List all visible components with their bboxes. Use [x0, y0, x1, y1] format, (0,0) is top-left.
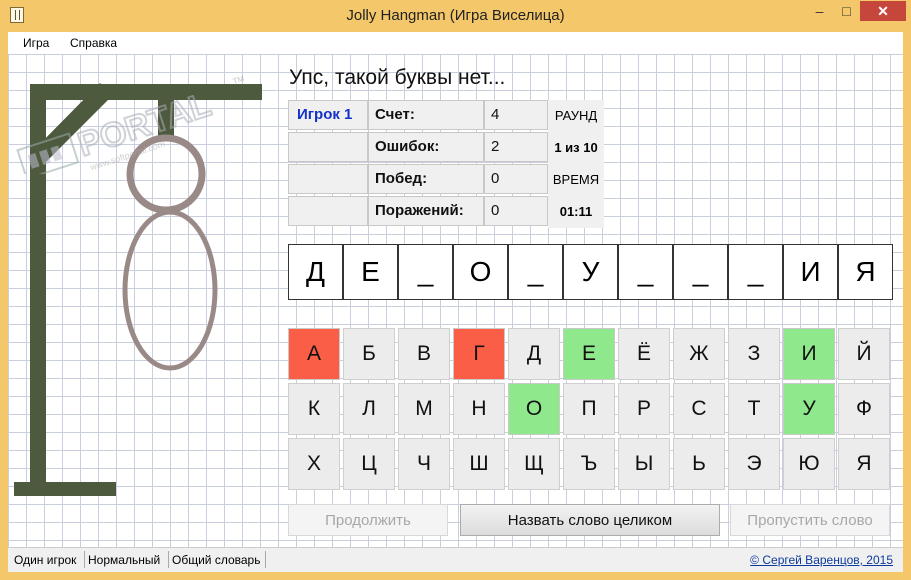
- status-mode: Один игрок: [14, 553, 77, 567]
- word-letter-cell: Я: [838, 244, 893, 300]
- guess-word-button[interactable]: Назвать слово целиком: [460, 504, 720, 536]
- gallows: [14, 83, 262, 496]
- hangman-drawing: [14, 83, 262, 496]
- minimize-button[interactable]: ‒: [806, 1, 833, 21]
- letter-key[interactable]: Я: [838, 438, 890, 490]
- score-value: 4: [484, 100, 548, 130]
- letter-key[interactable]: Г: [453, 328, 505, 380]
- letter-key[interactable]: А: [288, 328, 340, 380]
- status-bar: Один игрок Нормальный Общий словарь © Се…: [8, 547, 903, 572]
- status-separator: [168, 551, 169, 568]
- figure-body: [122, 209, 218, 371]
- status-separator: [84, 551, 85, 568]
- letter-key[interactable]: Ы: [618, 438, 670, 490]
- word-letter-cell: Д: [288, 244, 343, 300]
- title-bar: Jolly Hangman (Игра Виселица) ‒ □ ✕: [0, 0, 911, 32]
- empty-cell: [288, 164, 368, 194]
- letter-key[interactable]: Х: [288, 438, 340, 490]
- letter-key[interactable]: Д: [508, 328, 560, 380]
- letter-key[interactable]: Э: [728, 438, 780, 490]
- word-letter-cell: И: [783, 244, 838, 300]
- errors-label: Ошибок:: [368, 132, 484, 162]
- copyright-link[interactable]: © Сергей Варенцов, 2015: [750, 553, 893, 567]
- letter-key[interactable]: З: [728, 328, 780, 380]
- letter-key[interactable]: Щ: [508, 438, 560, 490]
- score-label: Счет:: [368, 100, 484, 130]
- letter-key[interactable]: Ц: [343, 438, 395, 490]
- word-letter-cell: У: [563, 244, 618, 300]
- letter-key[interactable]: Й: [838, 328, 890, 380]
- word-letter-cell: Е: [343, 244, 398, 300]
- empty-cell: [288, 132, 368, 162]
- losses-label: Поражений:: [368, 196, 484, 226]
- close-button[interactable]: ✕: [860, 1, 906, 21]
- letter-key[interactable]: Р: [618, 383, 670, 435]
- letter-key[interactable]: Е: [563, 328, 615, 380]
- losses-value: 0: [484, 196, 548, 226]
- letter-key[interactable]: Ж: [673, 328, 725, 380]
- letter-key[interactable]: Ч: [398, 438, 450, 490]
- letter-key[interactable]: Ю: [783, 438, 835, 490]
- continue-button[interactable]: Продолжить: [288, 504, 448, 536]
- letter-keyboard: АБВГДЕЁЖЗИЙ КЛМНОПРСТУФ ХЦЧШЩЪЫЬЭЮЯ: [288, 328, 892, 494]
- wins-label: Побед:: [368, 164, 484, 194]
- menu-help[interactable]: Справка: [70, 36, 117, 50]
- word-letter-cell: _: [508, 244, 563, 300]
- letter-key[interactable]: Ш: [453, 438, 505, 490]
- word-letter-cell: _: [398, 244, 453, 300]
- letter-key[interactable]: В: [398, 328, 450, 380]
- letter-key[interactable]: И: [783, 328, 835, 380]
- round-value: 1 из 10: [554, 140, 598, 155]
- status-dictionary: Общий словарь: [172, 553, 261, 567]
- letter-key[interactable]: О: [508, 383, 560, 435]
- game-area: PORTAL TM www.softportal.com Упс, такой …: [8, 54, 903, 547]
- letter-key[interactable]: Ё: [618, 328, 670, 380]
- letter-key[interactable]: К: [288, 383, 340, 435]
- skip-word-button[interactable]: Пропустить слово: [730, 504, 890, 536]
- letter-key[interactable]: У: [783, 383, 835, 435]
- time-label: ВРЕМЯ: [552, 172, 600, 187]
- status-difficulty: Нормальный: [88, 553, 161, 567]
- letter-key[interactable]: Ф: [838, 383, 890, 435]
- letter-key[interactable]: Л: [343, 383, 395, 435]
- app-window: Jolly Hangman (Игра Виселица) ‒ □ ✕ Игра…: [0, 0, 911, 580]
- letter-key[interactable]: П: [563, 383, 615, 435]
- errors-value: 2: [484, 132, 548, 162]
- word-letter-cell: _: [673, 244, 728, 300]
- word-letter-cell: _: [618, 244, 673, 300]
- empty-cell: [288, 196, 368, 226]
- word-letter-cell: О: [453, 244, 508, 300]
- menu-game[interactable]: Игра: [23, 36, 49, 50]
- letter-key[interactable]: М: [398, 383, 450, 435]
- letter-key[interactable]: С: [673, 383, 725, 435]
- time-value: 01:11: [559, 204, 593, 219]
- round-label: РАУНД: [554, 108, 598, 123]
- figure-head: [126, 134, 206, 214]
- window-title: Jolly Hangman (Игра Виселица): [346, 7, 565, 24]
- wins-value: 0: [484, 164, 548, 194]
- word-display: Д Е _ О _ У _ _ _ И Я: [288, 244, 893, 300]
- status-separator: [265, 551, 266, 568]
- menu-bar: Игра Справка: [8, 32, 903, 55]
- word-letter-cell: _: [728, 244, 783, 300]
- letter-key[interactable]: Ъ: [563, 438, 615, 490]
- letter-key[interactable]: Н: [453, 383, 505, 435]
- maximize-button[interactable]: □: [833, 1, 860, 21]
- round-time-panel: РАУНД 1 из 10 ВРЕМЯ 01:11: [548, 100, 604, 228]
- game-message: Упс, такой буквы нет...: [289, 66, 506, 89]
- letter-key[interactable]: Ь: [673, 438, 725, 490]
- player-name: Игрок 1: [288, 100, 368, 130]
- letter-key[interactable]: Б: [343, 328, 395, 380]
- stats-panel: Игрок 1 Счет: Ошибок: Побед: Поражений: …: [288, 100, 604, 228]
- letter-key[interactable]: Т: [728, 383, 780, 435]
